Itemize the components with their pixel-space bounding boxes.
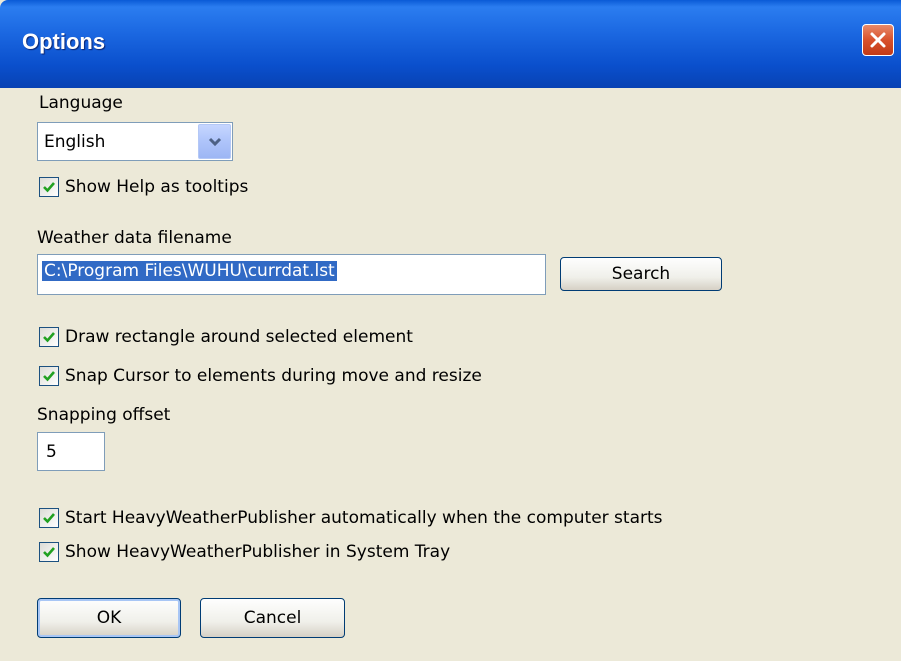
close-button[interactable] [862, 24, 894, 56]
ok-button-label: OK [96, 608, 122, 628]
language-label: Language [39, 93, 123, 113]
draw-rect-checkbox[interactable] [39, 327, 59, 347]
window-title: Options [22, 29, 106, 54]
checkmark-icon [43, 547, 55, 558]
snapping-offset-label: Snapping offset [37, 405, 171, 425]
search-button-label: Search [611, 264, 671, 284]
checkmark-icon [43, 513, 55, 524]
draw-rect-label: Draw rectangle around selected element [65, 327, 413, 347]
autostart-label: Start HeavyWeatherPublisher automaticall… [65, 508, 663, 528]
ok-button[interactable]: OK [37, 598, 181, 638]
cancel-button-label: Cancel [243, 608, 302, 628]
snap-cursor-label: Snap Cursor to elements during move and … [65, 366, 482, 386]
checkmark-icon [43, 371, 55, 382]
language-dropdown-button[interactable] [198, 124, 231, 159]
cancel-button[interactable]: Cancel [200, 598, 345, 638]
snapping-offset-input[interactable]: 5 [37, 432, 105, 471]
weather-file-input[interactable]: C:\Program Files\WUHU\currdat.lst [37, 254, 546, 295]
weather-file-value: C:\Program Files\WUHU\currdat.lst [42, 261, 337, 281]
language-select[interactable]: English [37, 122, 233, 161]
chevron-down-icon [208, 137, 222, 147]
show-help-checkbox[interactable] [39, 177, 59, 197]
checkmark-icon [43, 182, 55, 193]
title-bar[interactable]: Options [0, 0, 901, 88]
checkmark-icon [43, 332, 55, 343]
snap-cursor-checkbox[interactable] [39, 366, 59, 386]
snapping-offset-value: 5 [46, 442, 57, 462]
weather-file-label: Weather data filename [37, 228, 232, 248]
system-tray-label: Show HeavyWeatherPublisher in System Tra… [65, 542, 451, 562]
language-selected-value: English [44, 132, 106, 152]
close-icon [870, 32, 886, 48]
autostart-checkbox[interactable] [39, 508, 59, 528]
search-button[interactable]: Search [560, 257, 722, 291]
options-dialog: Options Language English Show Help as to… [0, 0, 901, 661]
show-help-label: Show Help as tooltips [65, 177, 249, 197]
system-tray-checkbox[interactable] [39, 542, 59, 562]
